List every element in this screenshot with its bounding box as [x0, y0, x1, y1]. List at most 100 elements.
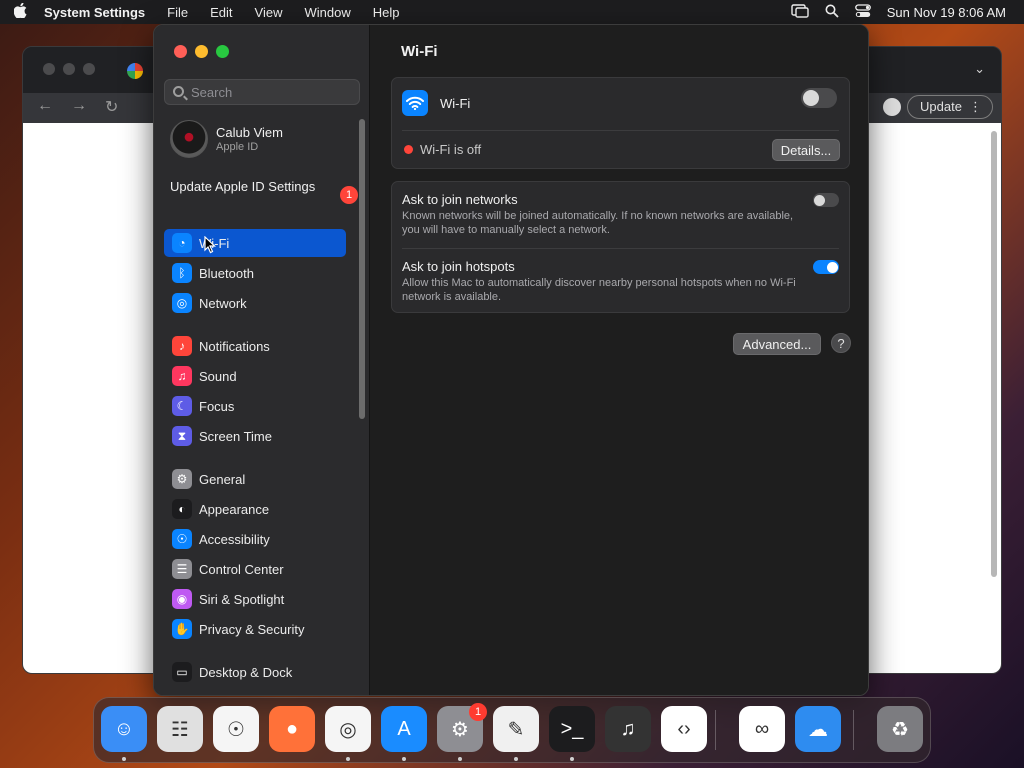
sidebar-item-label: Focus: [199, 398, 235, 414]
vscode-icon[interactable]: ‹›: [661, 706, 707, 752]
textedit-icon[interactable]: ✎: [493, 706, 539, 752]
avatar: [170, 120, 208, 158]
reload-icon[interactable]: ↻: [105, 97, 118, 117]
sidebar-item-label: Desktop & Dock: [199, 664, 293, 680]
settings-sidebar: Search Calub Viem Apple ID Update Apple …: [154, 25, 370, 695]
menu-file[interactable]: File: [156, 5, 199, 20]
running-indicator: [570, 757, 574, 761]
forward-arrow-icon[interactable]: →: [71, 97, 87, 117]
sidebar-item-siri-spotlight[interactable]: ◉ Siri & Spotlight: [164, 585, 346, 613]
details-button[interactable]: Details...: [772, 139, 840, 161]
profile-avatar-icon[interactable]: [883, 98, 901, 116]
spotlight-search-icon[interactable]: [825, 4, 839, 21]
trash-icon[interactable]: ♻: [877, 706, 923, 752]
menu-view[interactable]: View: [244, 5, 294, 20]
hand-icon: ✋: [172, 619, 192, 639]
sidebar-item-network[interactable]: ◎ Network: [164, 289, 346, 317]
appearance-icon: ◐: [172, 499, 192, 519]
moon-icon: ☾: [172, 396, 192, 416]
running-indicator: [402, 757, 406, 761]
ask-networks-toggle[interactable]: [813, 193, 839, 207]
sidebar-item-label: Control Center: [199, 561, 284, 577]
screen-mirroring-icon[interactable]: [791, 3, 809, 21]
notification-badge: 1: [340, 186, 358, 204]
wifi-icon: ◔: [172, 233, 192, 253]
sidebar-item-control-center[interactable]: ☰ Control Center: [164, 555, 346, 583]
browser-update-button[interactable]: Update ⋮: [907, 95, 993, 119]
running-indicator: [346, 757, 350, 761]
running-indicator: [122, 757, 126, 761]
search-field[interactable]: Search: [164, 79, 360, 105]
dock-separator: [853, 710, 854, 750]
accessibility-icon: ☉: [172, 529, 192, 549]
sidebar-item-appearance[interactable]: ◐ Appearance: [164, 495, 346, 523]
mouse-cursor-icon: [204, 236, 216, 254]
sidebar-item-screen-time[interactable]: ⧗ Screen Time: [164, 422, 346, 450]
update-apple-id-item[interactable]: Update Apple ID Settings 1: [170, 179, 358, 204]
divider: [402, 248, 839, 249]
profile-subtitle: Apple ID: [216, 141, 259, 153]
globe-icon: ◎: [172, 293, 192, 313]
wifi-toggle[interactable]: [801, 88, 837, 108]
chrome-icon[interactable]: ◎: [325, 706, 371, 752]
wifi-icon: [402, 90, 428, 116]
sidebar-item-focus[interactable]: ☾ Focus: [164, 392, 346, 420]
menu-app-name[interactable]: System Settings: [40, 5, 156, 20]
ask-networks-desc: Known networks will be joined automatica…: [402, 210, 794, 236]
sidebar-item-label: Sound: [199, 368, 237, 384]
hourglass-icon: ⧗: [172, 426, 192, 446]
control-center-icon[interactable]: [854, 3, 871, 21]
control-center-icon: ☰: [172, 559, 192, 579]
browser-scrollbar[interactable]: [991, 131, 997, 577]
menubar-clock[interactable]: Sun Nov 19 8:06 AM: [887, 5, 1006, 20]
apple-id-profile[interactable]: Calub Viem Apple ID: [170, 119, 283, 159]
sidebar-item-notifications[interactable]: ♪ Notifications: [164, 332, 346, 360]
sidebar-item-accessibility[interactable]: ☉ Accessibility: [164, 525, 346, 553]
siri-icon: ◉: [172, 589, 192, 609]
apple-menu-icon[interactable]: [0, 2, 40, 22]
menu-window[interactable]: Window: [293, 5, 361, 20]
terminal-icon[interactable]: >_: [549, 706, 595, 752]
back-arrow-icon[interactable]: ←: [37, 97, 53, 117]
browser-traffic-lights[interactable]: [43, 63, 95, 75]
sidebar-item-label: Screen Time: [199, 428, 272, 444]
chevron-down-icon[interactable]: ⌄: [974, 61, 985, 77]
close-window-button[interactable]: [174, 45, 187, 58]
garageband-icon[interactable]: ♫: [605, 706, 651, 752]
visual-studio-icon[interactable]: ∞: [739, 706, 785, 752]
minimize-window-button[interactable]: [195, 45, 208, 58]
ask-hotspots-toggle[interactable]: [813, 260, 839, 274]
launchpad-icon[interactable]: ☷: [157, 706, 203, 752]
menu-edit[interactable]: Edit: [199, 5, 243, 20]
profile-name: Calub Viem: [216, 125, 283, 140]
sidebar-item-label: Privacy & Security: [199, 621, 305, 637]
system-settings-window: Search Calub Viem Apple ID Update Apple …: [153, 24, 869, 696]
finder-icon[interactable]: ☺: [101, 706, 147, 752]
dock-icon: ▭: [172, 662, 192, 682]
kebab-menu-icon[interactable]: ⋮: [969, 96, 982, 118]
menu-help[interactable]: Help: [362, 5, 411, 20]
sidebar-item-sound[interactable]: ♫ Sound: [164, 362, 346, 390]
zoom-window-button[interactable]: [216, 45, 229, 58]
sidebar-item-bluetooth[interactable]: ᛒ Bluetooth: [164, 259, 346, 287]
join-options-card: Ask to join networks Known networks will…: [391, 181, 850, 313]
google-tab-icon[interactable]: [127, 63, 143, 79]
dock-separator: [715, 710, 716, 750]
speaker-icon: ♫: [172, 366, 192, 386]
pane-title: Wi-Fi: [401, 43, 438, 60]
sidebar-item-privacy-security[interactable]: ✋ Privacy & Security: [164, 615, 346, 643]
sidebar-item-label: Siri & Spotlight: [199, 591, 285, 607]
sidebar-item-wi-fi[interactable]: ◔ Wi-Fi: [164, 229, 346, 257]
safari-icon[interactable]: ☉: [213, 706, 259, 752]
wifi-pane: Wi-Fi Wi-Fi Wi-Fi is off Details... Ask …: [371, 25, 868, 695]
weather-icon[interactable]: ☁: [795, 706, 841, 752]
sidebar-item-desktop-dock[interactable]: ▭ Desktop & Dock: [164, 658, 346, 686]
sidebar-item-general[interactable]: ⚙ General: [164, 465, 346, 493]
help-button[interactable]: ?: [831, 333, 851, 353]
sidebar-scrollbar[interactable]: [359, 119, 365, 419]
advanced-button[interactable]: Advanced...: [733, 333, 821, 355]
firefox-icon[interactable]: ●: [269, 706, 315, 752]
app-store-icon[interactable]: A: [381, 706, 427, 752]
status-dot: [404, 145, 413, 154]
sidebar-item-label: Accessibility: [199, 531, 270, 547]
